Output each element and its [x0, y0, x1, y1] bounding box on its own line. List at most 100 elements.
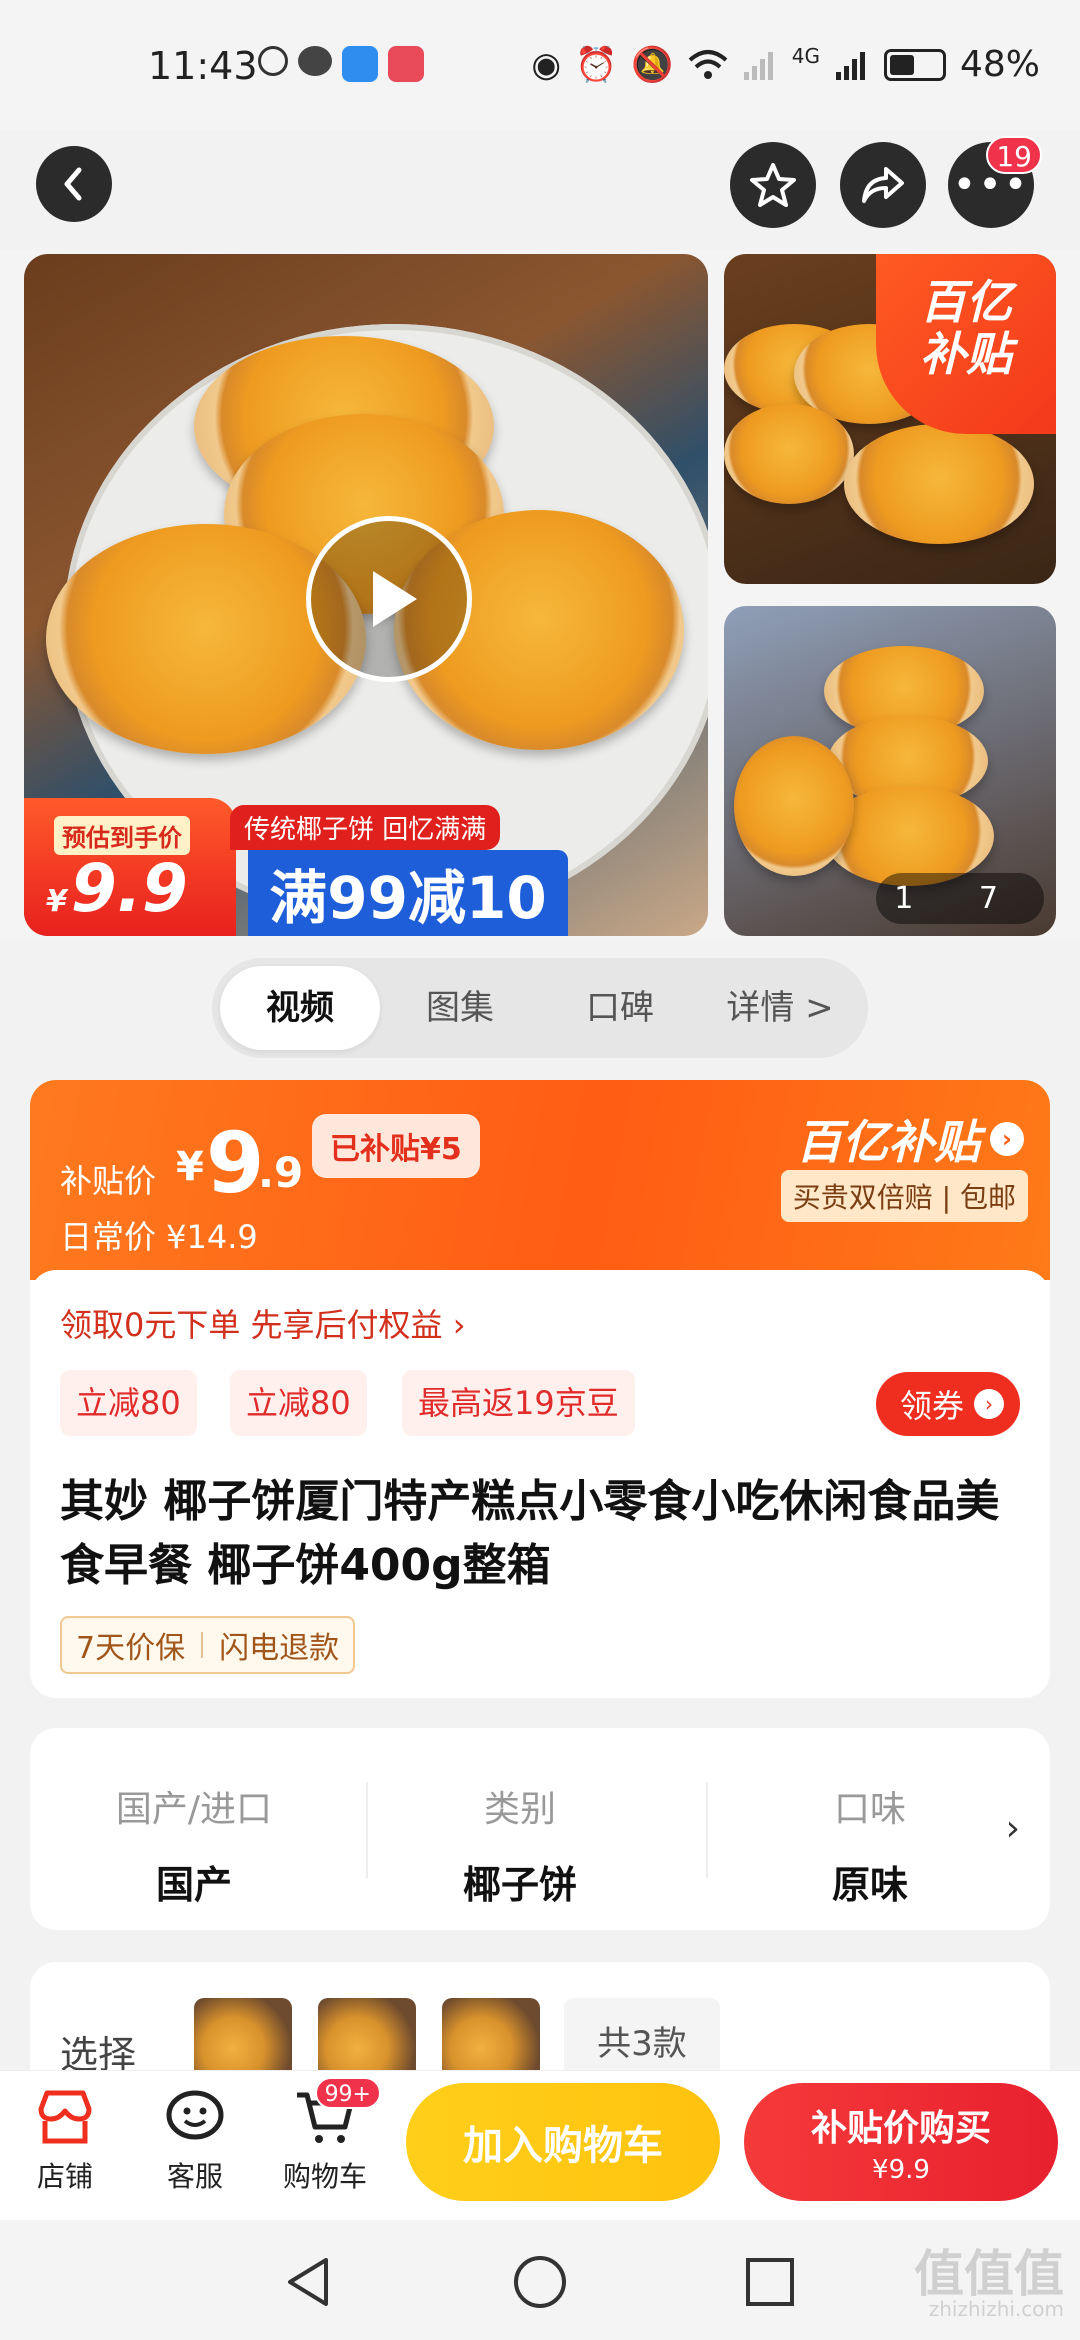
customer-service-label: 客服: [166, 2160, 223, 2193]
product-gallery: 预估到手价 ¥9.9 传统椰子饼 回忆满满 满99减10 百亿 补贴 1 7: [0, 250, 1080, 940]
tab-gallery[interactable]: 图集: [380, 966, 540, 1050]
subsidy-price-dec: .9: [258, 1148, 304, 1197]
cart-label: 购物车: [282, 2160, 367, 2193]
tart-image: [844, 424, 1034, 544]
alarm-icon: ⏰: [575, 44, 618, 85]
attribute-value: 椰子饼: [462, 1863, 577, 1907]
shop-button[interactable]: 店铺: [10, 2087, 120, 2195]
buy-now-label: 补贴价购买: [810, 2108, 991, 2149]
nav-back-icon[interactable]: [282, 2254, 334, 2310]
subsidy-corner-badge: 百亿 补贴: [876, 254, 1056, 434]
add-to-cart-button[interactable]: 加入购物车: [406, 2083, 720, 2201]
subsidy-price-label: 补贴价: [60, 1162, 157, 1200]
battery-percent: 48%: [959, 44, 1040, 85]
offers-section: 领取0元下单 先享后付权益 › 立减80 立减80 最高返19京豆 领券 › 其…: [30, 1270, 1050, 1698]
coupon-chip[interactable]: 立减80: [230, 1370, 367, 1436]
subsidized-amount-chip: 已补贴¥5: [312, 1114, 480, 1178]
attribute-origin: 国产/进口 国产: [44, 1728, 344, 1930]
mute-icon: 🔕: [631, 44, 674, 85]
cart-icon: 99+: [293, 2077, 381, 2147]
more-dots-icon: •••: [952, 162, 1030, 208]
status-right: ◉ ⏰ 🔕 4G 48%: [531, 44, 1040, 85]
coupon-chip[interactable]: 最高返19京豆: [402, 1370, 635, 1436]
play-button[interactable]: [306, 516, 472, 682]
price-protection-label: 7天价保: [76, 1631, 186, 1666]
subsidy-price-header: 补贴价 ¥ 9 .9 已补贴¥5 日常价 ¥14.9 百亿补贴 › 买贵双倍赔 …: [30, 1080, 1050, 1280]
chevron-right-icon[interactable]: ›: [1006, 1808, 1020, 1849]
wifi-icon: [688, 49, 728, 79]
notification-icons: [258, 46, 424, 82]
battery-level: [889, 54, 914, 75]
signal-strength-icon: [835, 51, 865, 80]
chevron-right-icon: ›: [990, 1122, 1024, 1156]
service-badges[interactable]: 7天价保 闪电退款: [60, 1616, 356, 1674]
divider: [366, 1782, 368, 1878]
divider: [706, 1782, 708, 1878]
coupon-chip[interactable]: 立减80: [60, 1370, 197, 1436]
subsidy-brand-link[interactable]: 百亿补贴 ›: [796, 1106, 1024, 1172]
weather-app-icon: [342, 46, 378, 82]
attribute-value: 原味: [831, 1863, 908, 1907]
wechat-icon: [298, 46, 332, 76]
subsidy-brand-label: 百亿补贴: [796, 1115, 980, 1169]
get-coupon-button[interactable]: 领券 ›: [875, 1372, 1020, 1436]
tab-reviews[interactable]: 口碑: [540, 966, 700, 1050]
attribute-value: 国产: [155, 1863, 232, 1907]
signal-icon: [743, 51, 773, 80]
media-tabs: 视频 图集 口碑 详情 >: [212, 958, 868, 1058]
subsidy-currency: ¥: [176, 1144, 204, 1190]
estimated-price-value: ¥9.9: [46, 850, 188, 927]
tab-video[interactable]: 视频: [220, 966, 380, 1050]
gallery-thumbnail[interactable]: 1 7: [724, 606, 1056, 936]
price-card: 补贴价 ¥ 9 .9 已补贴¥5 日常价 ¥14.9 百亿补贴 › 买贵双倍赔 …: [30, 1080, 1050, 1698]
more-badge: 19: [986, 136, 1042, 174]
daily-price: 日常价 ¥14.9: [60, 1218, 258, 1256]
back-button[interactable]: [36, 146, 112, 222]
system-navigation: 值值值 zhizhizhi.com: [0, 2220, 1080, 2340]
battery-icon: [883, 48, 946, 81]
shop-icon: [33, 2087, 97, 2147]
gallery-thumbnail[interactable]: 百亿 补贴: [724, 254, 1056, 584]
reader-app-icon: [388, 46, 424, 82]
chevron-left-icon: [64, 167, 82, 201]
tart-image: [734, 736, 854, 876]
promo-deal: 满99减10: [248, 850, 568, 936]
main-video-thumbnail[interactable]: 预估到手价 ¥9.9 传统椰子饼 回忆满满 满99减10: [24, 254, 708, 936]
subsidy-price-int: 9: [206, 1114, 265, 1212]
bottom-action-bar: 店铺 客服 99+ 购物车 加入购物车 补贴价购买 ¥9.9: [0, 2070, 1080, 2220]
attribute-key: 类别: [483, 1789, 556, 1830]
shop-label: 店铺: [36, 2160, 93, 2193]
fast-refund-label: 闪电退款: [219, 1631, 340, 1666]
star-icon: [750, 163, 796, 207]
tart-image: [724, 404, 854, 504]
cart-badge: 99+: [314, 2077, 381, 2109]
product-title: 其妙 椰子饼厦门特产糕点小零食小吃休闲食品美食早餐 椰子饼400g整箱: [60, 1476, 1000, 1591]
nav-recents-icon[interactable]: [744, 2254, 796, 2310]
favorite-button[interactable]: [730, 142, 816, 228]
image-counter: 1 7: [876, 873, 1044, 924]
guarantee-badge: 买贵双倍赔 | 包邮: [780, 1170, 1028, 1222]
tab-details[interactable]: 详情 >: [700, 966, 860, 1050]
zero-order-link[interactable]: 领取0元下单 先享后付权益 ›: [60, 1300, 466, 1346]
variant-selector[interactable]: 选择 共3款: [30, 1962, 1050, 2082]
attribute-key: 国产/进口: [115, 1789, 273, 1830]
cart-button[interactable]: 99+ 购物车: [270, 2077, 381, 2195]
share-icon: [862, 167, 904, 203]
more-button[interactable]: ••• 19: [948, 136, 1042, 228]
product-attributes[interactable]: 国产/进口 国产 类别 椰子饼 口味 原味 ›: [30, 1728, 1050, 1930]
customer-service-button[interactable]: 客服: [140, 2087, 250, 2195]
network-type: 4G: [791, 44, 820, 68]
watermark: 值值值 zhizhizhi.com: [914, 2245, 1064, 2321]
share-button[interactable]: [840, 142, 926, 228]
chevron-right-icon: ›: [974, 1389, 1004, 1419]
attribute-category: 类别 椰子饼: [370, 1728, 670, 1930]
get-coupon-label: 领券: [899, 1387, 964, 1425]
promo-tagline: 传统椰子饼 回忆满满: [230, 805, 501, 850]
buy-now-button[interactable]: 补贴价购买 ¥9.9: [744, 2083, 1058, 2201]
attribute-flavor: 口味 原味: [720, 1728, 1020, 1930]
nav-home-icon[interactable]: [512, 2254, 568, 2310]
divider: [201, 1632, 204, 1658]
status-bar: 11:43 ◉ ⏰ 🔕 4G 48%: [0, 0, 1080, 130]
status-time: 11:43: [148, 44, 258, 88]
play-icon: [373, 571, 417, 627]
